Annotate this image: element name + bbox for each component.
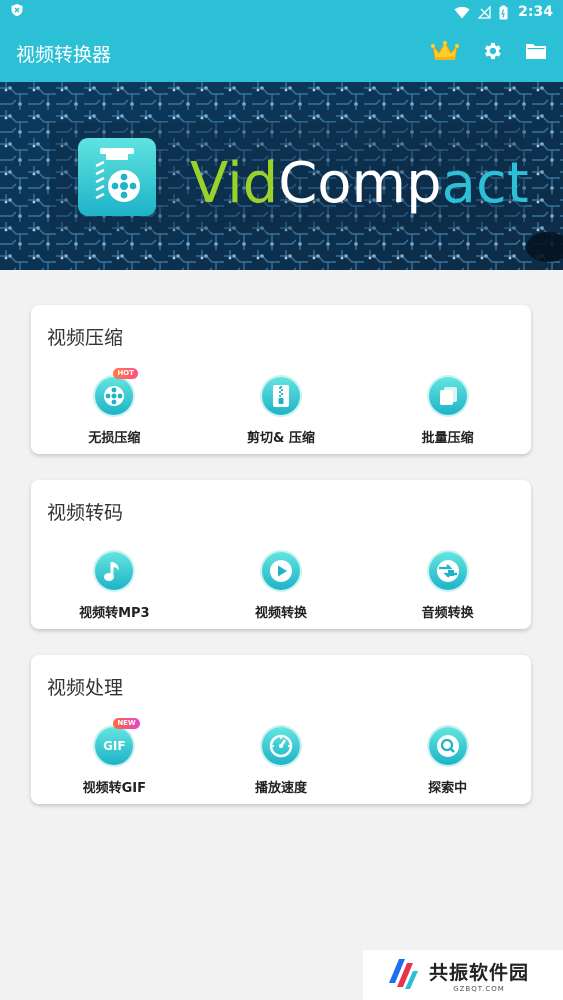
batch-compress-button[interactable]: 批量压缩 [364, 377, 531, 446]
audio-convert-button[interactable]: 音频转换 [364, 552, 531, 621]
lossless-compress-button[interactable]: HOT 无损压缩 [31, 368, 198, 446]
speedometer-icon [261, 727, 300, 765]
clock: 2:34 [518, 4, 553, 20]
brand-text-act: act [442, 151, 529, 216]
play-icon [261, 552, 300, 590]
section-video-process: 视频处理 GIF NEW 视频转GIF 播放速度 探索中 [31, 655, 531, 804]
section-title: 视频处理 [47, 677, 124, 699]
watermark-main-text: 共振软件园 [429, 961, 530, 984]
video-to-gif-button[interactable]: GIF NEW 视频转GIF [31, 718, 198, 796]
video-convert-button[interactable]: 视频转换 [198, 552, 365, 621]
no-signal-icon [478, 5, 491, 19]
magnifier-icon [428, 727, 467, 765]
item-label: 视频转GIF [82, 781, 147, 796]
status-bar: 2:34 [0, 0, 563, 24]
battery-icon [499, 5, 508, 20]
watermark: 共振软件园 GZBQT.COM [363, 950, 563, 1000]
crown-icon[interactable] [431, 40, 459, 66]
svg-text:VidCompact: VidCompact [190, 151, 529, 216]
app-title: 视频转换器 [16, 43, 112, 66]
item-label: 剪切& 压缩 [247, 431, 315, 446]
hot-badge: HOT [113, 368, 138, 379]
gear-icon[interactable] [481, 40, 503, 66]
wifi-icon [454, 6, 470, 19]
brand-text-comp: Comp [278, 151, 441, 216]
section-video-compress: 视频压缩 HOT 无损压缩 剪切& 压缩 批量压缩 [31, 305, 531, 454]
vidcompact-logo-icon [78, 138, 156, 216]
playback-speed-button[interactable]: 播放速度 [198, 727, 365, 796]
section-title: 视频转码 [47, 502, 124, 524]
video-to-mp3-button[interactable]: 视频转MP3 [31, 552, 198, 621]
item-label: 无损压缩 [88, 431, 141, 446]
item-label: 播放速度 [254, 781, 307, 796]
watermark-sub-text: GZBQT.COM [453, 984, 505, 993]
zip-file-icon [261, 377, 300, 415]
brand-text-vid: Vid [190, 151, 278, 216]
shield-notification-icon [10, 3, 24, 21]
gif-icon-text: GIF [103, 739, 126, 753]
film-reel-icon [95, 377, 134, 415]
watermark-logo-icon [385, 953, 421, 997]
stacked-pages-icon [428, 377, 467, 415]
vidcompact-banner: VidCompact [0, 82, 563, 270]
new-badge: NEW [113, 718, 140, 729]
music-note-icon [95, 552, 134, 590]
item-label: 探索中 [428, 781, 468, 796]
item-label: 视频转MP3 [79, 606, 150, 621]
section-title: 视频压缩 [47, 327, 124, 349]
explore-button[interactable]: 探索中 [364, 727, 531, 796]
item-label: 音频转换 [421, 606, 474, 621]
cut-compress-button[interactable]: 剪切& 压缩 [198, 377, 365, 446]
item-label: 视频转换 [254, 606, 307, 621]
audio-convert-icon [428, 552, 467, 590]
gif-icon: GIF [95, 727, 134, 765]
folder-icon[interactable] [525, 42, 547, 64]
section-video-transcode: 视频转码 视频转MP3 视频转换 音频转换 [31, 480, 531, 629]
app-bar: 视频转换器 [0, 24, 563, 82]
item-label: 批量压缩 [421, 431, 474, 446]
